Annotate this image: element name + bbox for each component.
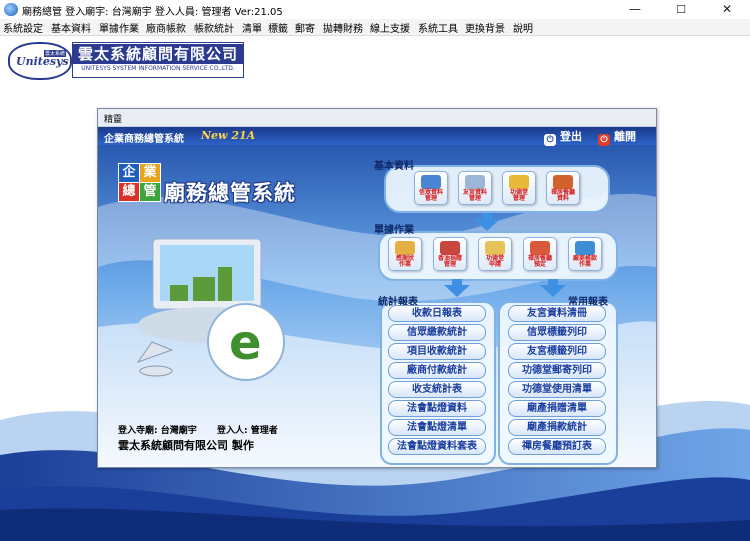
company-logo-name: 雲太系統顧問有限公司 UNITESYS SYSTEM INFORMATION S… <box>72 42 244 78</box>
menu-item-labels[interactable]: 標籤 <box>268 20 288 35</box>
power-icon: ⏻ <box>544 134 556 146</box>
report-item-receipts[interactable]: 項目收款統計 <box>388 343 486 360</box>
button-label: 管理 <box>424 195 437 202</box>
report-merit-usage[interactable]: 功德堂使用清單 <box>508 381 606 398</box>
button-label: 申請 <box>488 261 501 268</box>
button-label: 資料 <box>556 195 569 202</box>
arrow-down-icon <box>444 285 470 297</box>
header-version: New 21A <box>201 129 256 142</box>
ledger-icon <box>575 241 595 255</box>
exit-button[interactable]: ⏻ 離開 <box>598 128 636 146</box>
button-label: 管理 <box>468 195 481 202</box>
arrow-down-icon <box>474 219 500 231</box>
panel-body: e 企業商務總管系統 New 21A ⏻ 登出 ⏻ 離開 企 業 總 管 廟務總管系… <box>98 127 656 467</box>
exit-label: 離開 <box>614 130 636 143</box>
food-icon <box>530 241 550 255</box>
svg-text:e: e <box>229 315 262 371</box>
button-label: 管理 <box>512 195 525 202</box>
report-temple-labels[interactable]: 友宮標籤列印 <box>508 343 606 360</box>
exit-power-icon: ⏻ <box>598 134 610 146</box>
report-property-donations[interactable]: 廟產捐贈清單 <box>508 400 606 417</box>
vendor-account-button[interactable]: 廠商帳款 作業 <box>568 237 602 271</box>
hall-icon <box>509 175 529 189</box>
user-label: 登入人: <box>217 426 248 436</box>
report-vendor-payments[interactable]: 廠商付款統計 <box>388 362 486 379</box>
donation-button[interactable]: 香油捐贈 管理 <box>433 237 467 271</box>
member-data-button[interactable]: 信眾資料 管理 <box>414 171 448 205</box>
logo-cube: 業 <box>139 163 161 183</box>
temple-label: 登入寺廟: <box>118 426 158 436</box>
basic-data-label: 基本資料 <box>374 161 414 172</box>
menu-item-finance-transfer[interactable]: 拋轉財務 <box>323 20 363 35</box>
merit-hall-apply-button[interactable]: 功德堂 申請 <box>478 237 512 271</box>
menu-item-documents[interactable]: 單據作業 <box>99 20 139 35</box>
system-name: 廟務總管系統 <box>164 181 296 205</box>
wizard-panel: 精靈 e 企業商務總管系統 New 21A ⏻ 登出 ⏻ 離開 企 業 總 管 … <box>97 108 657 468</box>
food-icon <box>553 175 573 189</box>
button-label: 作業 <box>578 261 591 268</box>
report-lamp-list[interactable]: 法會點燈清單 <box>388 419 486 436</box>
header-title: 企業商務總管系統 <box>104 134 184 145</box>
menu-bar: 系統設定 基本資料 單據作業 廠商帳款 帳款統計 清單 標籤 郵寄 拋轉財務 線… <box>0 19 750 36</box>
menu-item-mailing[interactable]: 郵寄 <box>295 20 315 35</box>
report-dining-bookings[interactable]: 禪房餐廳預訂表 <box>508 438 606 455</box>
report-lamp-template[interactable]: 法會點燈資料套表 <box>388 438 486 455</box>
menu-item-basic-data[interactable]: 基本資料 <box>51 20 91 35</box>
app-icon <box>4 3 18 16</box>
logo-cube: 總 <box>118 182 140 202</box>
report-property-stats[interactable]: 廟產捐款統計 <box>508 419 606 436</box>
company-credit: 雲太系統顧問有限公司 製作 <box>118 439 254 452</box>
logout-button[interactable]: ⏻ 登出 <box>544 128 582 146</box>
dining-booking-button[interactable]: 禪房餐廳 預定 <box>523 237 557 271</box>
menu-item-help[interactable]: 說明 <box>513 20 533 35</box>
button-label: 預定 <box>533 261 546 268</box>
panel-caption-bar: 精靈 <box>98 109 656 127</box>
certificate-button[interactable]: 感謝狀 作業 <box>388 237 422 271</box>
documents-label: 單據作業 <box>374 225 414 236</box>
report-income-expense[interactable]: 收支統計表 <box>388 381 486 398</box>
temple-value: 台灣廟宇 <box>160 426 197 436</box>
report-lamp-data[interactable]: 法會點燈資料 <box>388 400 486 417</box>
menu-item-lists[interactable]: 清單 <box>242 20 262 35</box>
minimize-button[interactable]: — <box>612 0 658 19</box>
title-bar: 廟務總管 登入廟宇: 台灣廟宇 登入人員: 管理者 Ver:21.05 — ☐ … <box>0 0 750 20</box>
logo-mark-badge: 雲太系統 <box>44 50 67 57</box>
button-label: 管理 <box>443 261 456 268</box>
menu-item-system-settings[interactable]: 系統設定 <box>3 20 43 35</box>
user-value: 管理者 <box>250 426 278 436</box>
menu-item-vendor-accounts[interactable]: 廠商帳款 <box>146 20 186 35</box>
dining-room-data-button[interactable]: 禪房餐廳 資料 <box>546 171 580 205</box>
incense-icon <box>440 241 460 255</box>
report-merit-mailing[interactable]: 功德堂郵寄列印 <box>508 362 606 379</box>
close-button[interactable]: ✕ <box>704 0 750 19</box>
pen-icon <box>465 175 485 189</box>
logo-cube: 企 <box>118 163 140 183</box>
arrow-down-icon <box>540 285 566 297</box>
window-title: 廟務總管 登入廟宇: 台灣廟宇 登入人員: 管理者 Ver:21.05 <box>22 7 283 18</box>
menu-item-change-background[interactable]: 更換背景 <box>465 20 505 35</box>
menu-item-account-stats[interactable]: 帳款統計 <box>194 20 234 35</box>
menu-item-system-tools[interactable]: 系統工具 <box>418 20 458 35</box>
company-name-en: UNITESYS SYSTEM INFORMATION SERVICE CO.,… <box>81 65 235 72</box>
maximize-button[interactable]: ☐ <box>658 0 704 19</box>
menu-item-online-support[interactable]: 線上支援 <box>370 20 410 35</box>
partner-temple-button[interactable]: 友宮資料 管理 <box>458 171 492 205</box>
logout-label: 登出 <box>560 130 582 143</box>
company-logo-mark: Unitesys 雲太系統 <box>8 42 72 80</box>
scroll-icon <box>395 241 415 255</box>
button-label: 作業 <box>398 261 411 268</box>
merit-hall-button[interactable]: 功德堂 管理 <box>502 171 536 205</box>
report-partner-temples[interactable]: 友宮資料清冊 <box>508 305 606 322</box>
report-member-labels[interactable]: 信眾標籤列印 <box>508 324 606 341</box>
panel-caption: 精靈 <box>104 115 123 125</box>
company-name-zh: 雲太系統顧問有限公司 <box>73 44 243 64</box>
report-daily-receipts[interactable]: 收款日報表 <box>388 305 486 322</box>
people-icon <box>421 175 441 189</box>
report-member-payments[interactable]: 信眾繳款統計 <box>388 324 486 341</box>
hall-icon <box>485 241 505 255</box>
login-info: 登入寺廟: 台灣廟宇 登入人: 管理者 <box>118 423 278 436</box>
logo-cube: 管 <box>139 182 161 202</box>
